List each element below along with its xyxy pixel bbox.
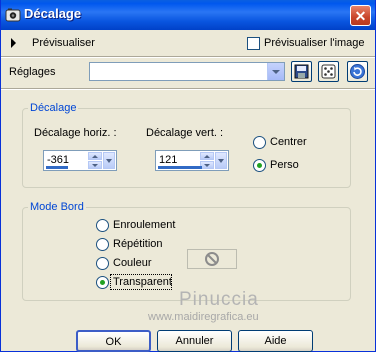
close-button[interactable]: ✕ xyxy=(350,5,371,26)
title-bar[interactable]: Décalage ✕ xyxy=(1,0,375,30)
no-color-icon xyxy=(205,252,219,266)
random-dice-button[interactable] xyxy=(318,61,339,82)
vert-slider-bar[interactable] xyxy=(158,166,202,169)
presets-combo[interactable] xyxy=(89,62,285,81)
preview-image-checkbox[interactable] xyxy=(247,37,260,50)
offset-group xyxy=(22,108,351,188)
preview-image-label: Prévisualiser l'image xyxy=(264,37,365,49)
chevron-down-icon[interactable] xyxy=(215,152,227,169)
repeat-radio[interactable] xyxy=(96,238,109,251)
custom-radio-label[interactable]: Perso xyxy=(270,159,299,171)
center-radio-label[interactable]: Centrer xyxy=(270,136,307,148)
wrap-radio[interactable] xyxy=(96,219,109,232)
expand-preview-icon[interactable] xyxy=(11,38,16,48)
dialog-window: Décalage ✕ Prévisualiser Prévisualiser l… xyxy=(0,0,376,352)
spin-down-icon[interactable] xyxy=(88,161,102,169)
color-radio-label[interactable]: Couleur xyxy=(113,257,152,269)
vert-offset-value: 121 xyxy=(159,154,178,166)
vert-spinner[interactable] xyxy=(200,152,214,169)
window-title: Décalage xyxy=(24,6,82,21)
edge-mode-group-title: Mode Bord xyxy=(28,201,86,213)
reset-icon xyxy=(350,64,365,79)
transparent-radio-label[interactable]: Transparent xyxy=(113,276,172,288)
custom-radio[interactable] xyxy=(253,159,266,172)
wrap-radio-label[interactable]: Enroulement xyxy=(113,219,175,231)
app-icon xyxy=(5,7,21,23)
vert-offset-label: Décalage vert. : xyxy=(146,127,224,139)
horiz-offset-label: Décalage horiz. : xyxy=(34,127,117,139)
color-radio[interactable] xyxy=(96,257,109,270)
watermark-url: www.maidiregrafica.eu xyxy=(148,311,259,323)
horiz-offset-field[interactable]: -361 xyxy=(43,150,117,171)
reset-button[interactable] xyxy=(347,61,368,82)
ok-button[interactable]: OK xyxy=(76,330,151,352)
transparent-radio[interactable] xyxy=(96,276,109,289)
help-button[interactable]: Aide xyxy=(238,330,313,352)
repeat-radio-label[interactable]: Répétition xyxy=(113,238,163,250)
offset-group-title: Décalage xyxy=(28,102,79,114)
center-radio[interactable] xyxy=(253,136,266,149)
edge-color-swatch[interactable] xyxy=(187,249,237,269)
spin-up-icon[interactable] xyxy=(88,152,102,160)
horiz-spinner[interactable] xyxy=(88,152,102,169)
divider xyxy=(1,56,375,58)
spin-up-icon[interactable] xyxy=(200,152,214,160)
save-preset-button[interactable] xyxy=(291,61,312,82)
save-preset-icon xyxy=(294,64,309,79)
horiz-offset-value: -361 xyxy=(47,154,70,166)
watermark-name: Pinuccia xyxy=(179,289,259,310)
random-dice-icon xyxy=(321,64,336,79)
horiz-slider-bar[interactable] xyxy=(46,166,68,169)
preview-toggle-label[interactable]: Prévisualiser xyxy=(32,37,95,49)
presets-label: Réglages xyxy=(9,66,56,78)
vert-offset-field[interactable]: 121 xyxy=(155,150,229,171)
chevron-down-icon[interactable] xyxy=(103,152,115,169)
spin-down-icon[interactable] xyxy=(200,161,214,169)
chevron-down-icon[interactable] xyxy=(267,63,284,80)
close-icon: ✕ xyxy=(354,8,367,24)
cancel-button[interactable]: Annuler xyxy=(157,330,232,352)
divider xyxy=(1,88,375,90)
